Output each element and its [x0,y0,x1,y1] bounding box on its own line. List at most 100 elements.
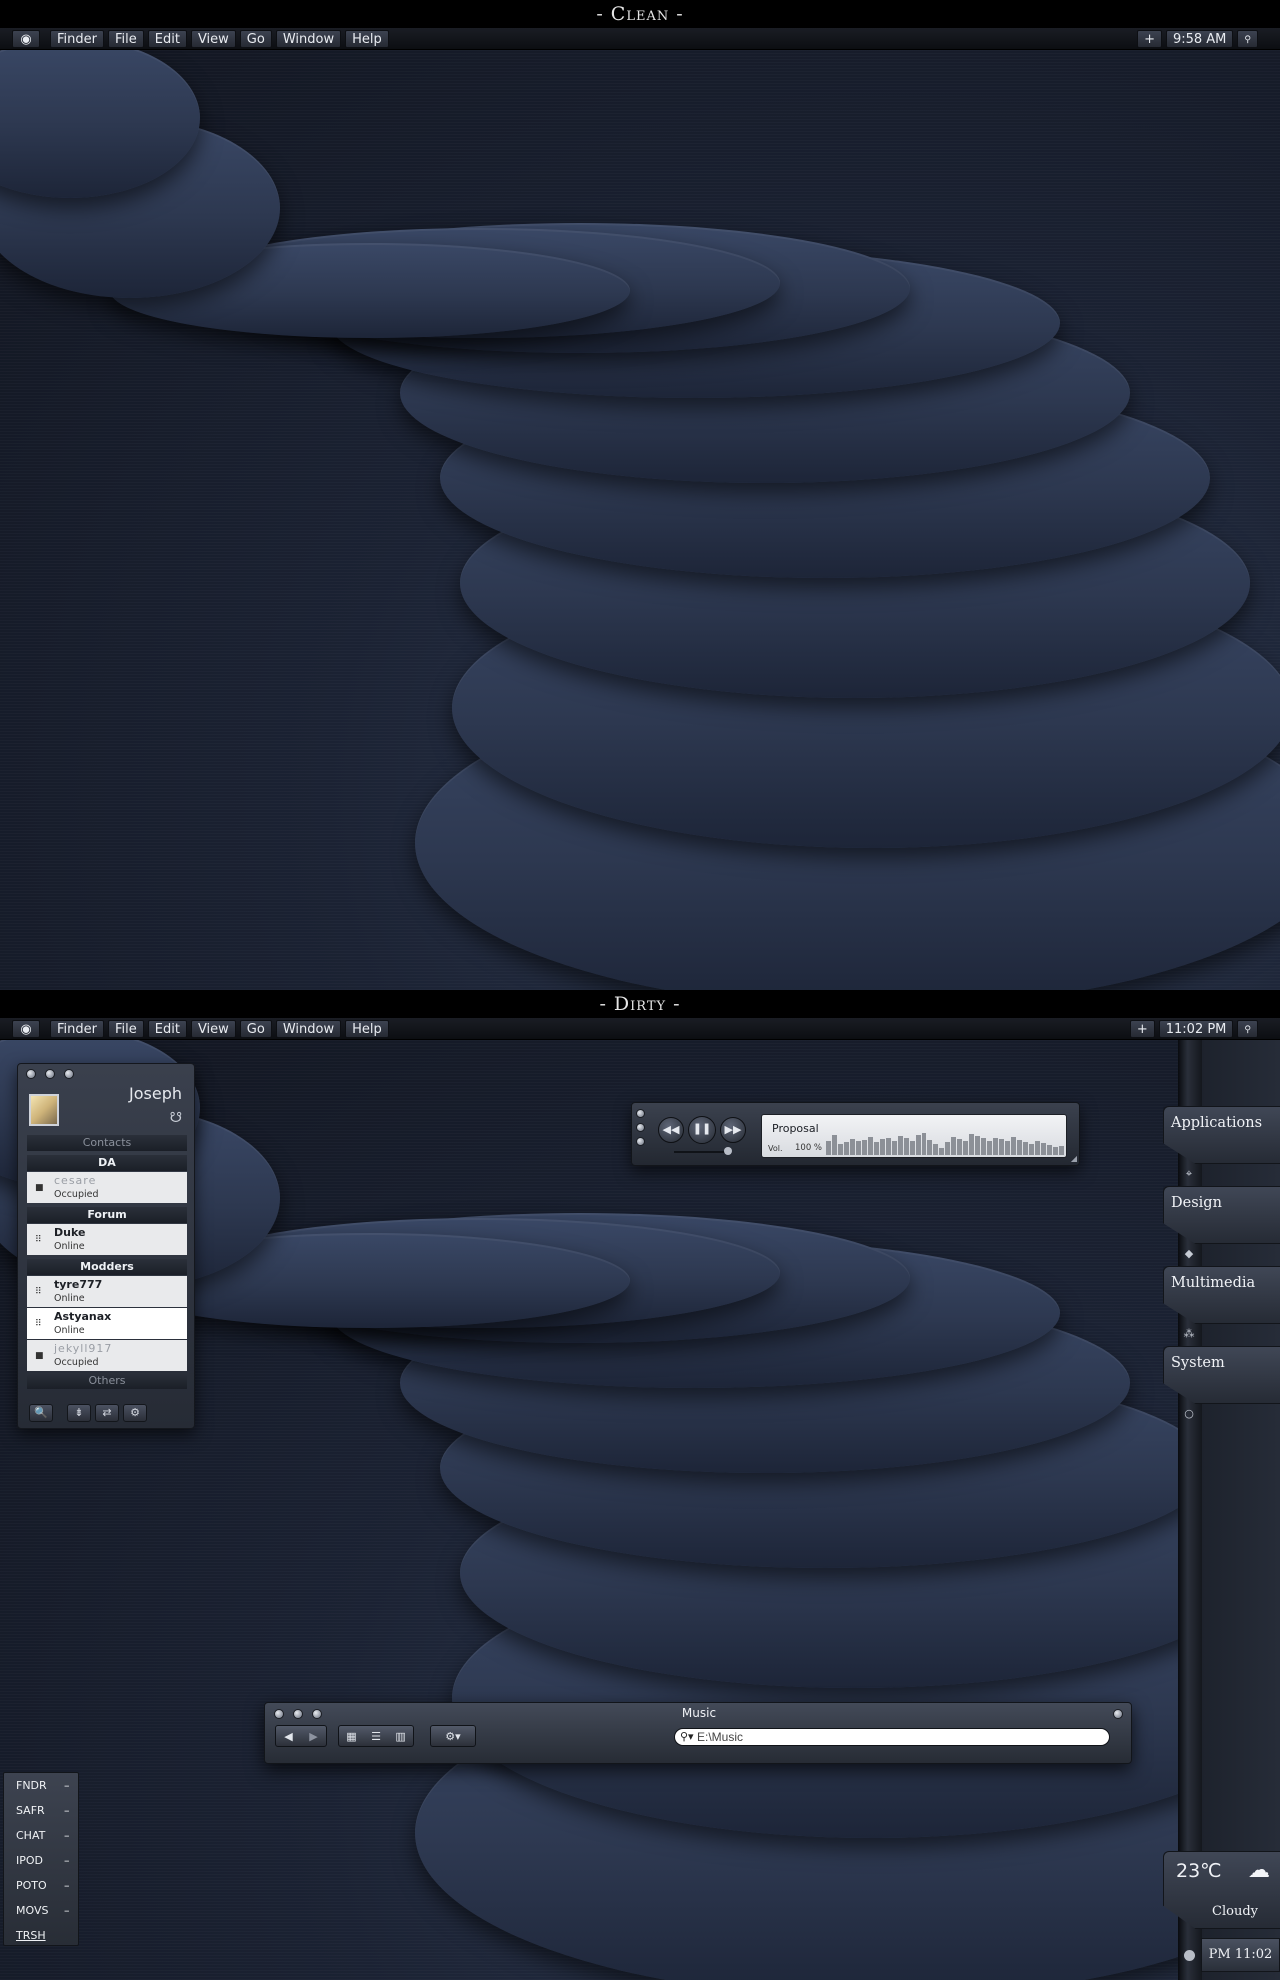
close-window-button[interactable] [26,1069,36,1079]
shortcut-label: FNDR [16,1779,47,1792]
shortcut-list: FNDR – SAFR – CHAT – IPOD – POTO – MOVS … [3,1772,79,1946]
column-view-icon[interactable]: ▥ [395,1730,405,1743]
apple-menu-icon[interactable]: ◉ [12,29,40,48]
status-dot-icon: ■ [35,1183,44,1193]
spotlight-search-icon[interactable]: ⚲ [1237,30,1258,48]
back-arrow-icon[interactable]: ◀ [284,1730,292,1743]
menu-finder[interactable]: Finder [50,29,104,48]
volume-slider[interactable] [674,1151,728,1153]
menu-help[interactable]: Help [345,29,389,48]
menu-clock[interactable]: 11:02 PM [1158,1020,1234,1038]
eq-bar [969,1134,975,1155]
menu-go[interactable]: Go [239,1019,272,1038]
group-header-forum[interactable]: Forum [27,1207,187,1223]
weather-condition: Cloudy [1212,1904,1258,1919]
eq-bar [861,1139,867,1155]
dock-clock[interactable]: PM 11:02 [1201,1938,1280,1972]
dock-tab-label: Applications [1171,1115,1263,1131]
list-item[interactable]: ⠿ Astyanax Online [27,1308,187,1339]
toolbar-toggle-button[interactable] [1113,1709,1123,1719]
eq-bar [1011,1137,1016,1155]
menu-finder[interactable]: Finder [50,1019,104,1038]
eq-bar [891,1140,897,1155]
eq-bar [1028,1144,1034,1155]
group-header-modders[interactable]: Modders [27,1259,187,1275]
close-window-button[interactable] [636,1109,645,1118]
fast-forward-button[interactable]: ▶▶ [720,1117,746,1143]
eq-bar [1058,1145,1064,1155]
search-input[interactable] [697,1730,1097,1744]
contact-name: tyre777 [54,1278,103,1291]
search-field[interactable]: ⚲▾ [674,1728,1110,1746]
volume-label: Vol. [768,1144,783,1153]
minimize-window-button[interactable] [636,1123,645,1132]
filter-icon[interactable]: ⇟ [67,1404,91,1422]
menu-plus-icon[interactable]: + [1129,1020,1155,1038]
apple-menu-icon[interactable]: ◉ [12,1019,40,1038]
eq-bar [945,1142,951,1155]
refresh-icon[interactable]: ⇄ [95,1404,119,1422]
shortcut-label: MOVS [16,1904,49,1917]
shortcut-photo[interactable]: POTO – [16,1879,76,1899]
menu-window[interactable]: Window [275,1019,342,1038]
pause-button[interactable]: ❚❚ [688,1116,716,1144]
menu-edit[interactable]: Edit [147,1019,187,1038]
eq-bar [1017,1139,1022,1155]
eq-bar [897,1136,903,1155]
list-item[interactable]: ⠿ Duke Online [27,1224,187,1255]
group-header-da[interactable]: DA [27,1155,187,1171]
cluster-icon: ⁂ [1183,1327,1195,1340]
menu-clock[interactable]: 9:58 AM [1165,30,1234,48]
eq-bar [1040,1142,1046,1155]
menu-view[interactable]: View [190,29,236,48]
menu-file[interactable]: File [107,29,144,48]
eq-bar [999,1139,1005,1155]
shortcut-label: POTO [16,1879,47,1892]
shortcut-chat[interactable]: CHAT – [16,1829,76,1849]
eq-bar [843,1142,849,1155]
shortcut-label: TRSH [16,1929,46,1942]
icon-view-icon[interactable]: ▦ [346,1730,356,1743]
menu-edit[interactable]: Edit [147,29,187,48]
window-title: Music [681,1706,717,1720]
weather-widget[interactable]: 23℃ ☁ Cloudy [1163,1851,1280,1929]
forward-arrow-icon[interactable]: ▶ [309,1730,317,1743]
menu-plus-icon[interactable]: + [1137,30,1162,48]
shortcut-safari[interactable]: SAFR – [16,1804,76,1824]
shortcut-ipod[interactable]: IPOD – [16,1854,76,1874]
avatar[interactable] [29,1094,59,1126]
menu-go[interactable]: Go [239,29,272,48]
crosshair-icon: ⌖ [1185,1167,1193,1180]
list-item[interactable]: ■ cesare Occupied [27,1172,187,1203]
shortcut-movies[interactable]: MOVS – [16,1904,76,1924]
menu-window[interactable]: Window [275,29,342,48]
shortcut-finder[interactable]: FNDR – [16,1779,76,1799]
menu-file[interactable]: File [107,1019,144,1038]
eq-bar [927,1139,933,1155]
zoom-window-button[interactable] [636,1137,645,1146]
contact-name: Duke [54,1226,86,1239]
desktop-dirty: ◉ Finder File Edit View Go Window Help +… [0,1018,1280,1980]
list-item[interactable]: ■ jekyll917 Occupied [27,1340,187,1371]
contact-status: Online [54,1241,85,1252]
zoom-window-button[interactable] [64,1069,74,1079]
rewind-button[interactable]: ◀◀ [658,1117,684,1143]
search-contacts-icon[interactable]: 🔍 [29,1404,53,1422]
volume-slider-knob[interactable] [724,1147,732,1155]
shortcut-trash[interactable]: TRSH [16,1929,76,1949]
volume-value: 100 % [795,1143,823,1153]
gear-icon[interactable]: ⚙ [123,1404,147,1422]
list-item[interactable]: ⠿ tyre777 Online [27,1276,187,1307]
spotlight-search-icon[interactable]: ⚲ [1237,1020,1258,1038]
minimize-window-button[interactable] [45,1069,55,1079]
menu-help[interactable]: Help [345,1019,389,1038]
menu-view[interactable]: View [190,1019,236,1038]
resize-grip-icon[interactable]: ◢ [1071,1154,1077,1163]
status-dot-icon: ■ [35,1351,44,1361]
search-icon: ⚲▾ [680,1730,694,1743]
shortcut-label: IPOD [16,1854,44,1867]
group-header-others[interactable]: Others [27,1373,187,1389]
status-icon[interactable]: ☋ [170,1110,182,1126]
list-view-icon[interactable]: ☰ [371,1730,381,1743]
action-menu-button[interactable]: ⚙▾ [430,1725,476,1747]
